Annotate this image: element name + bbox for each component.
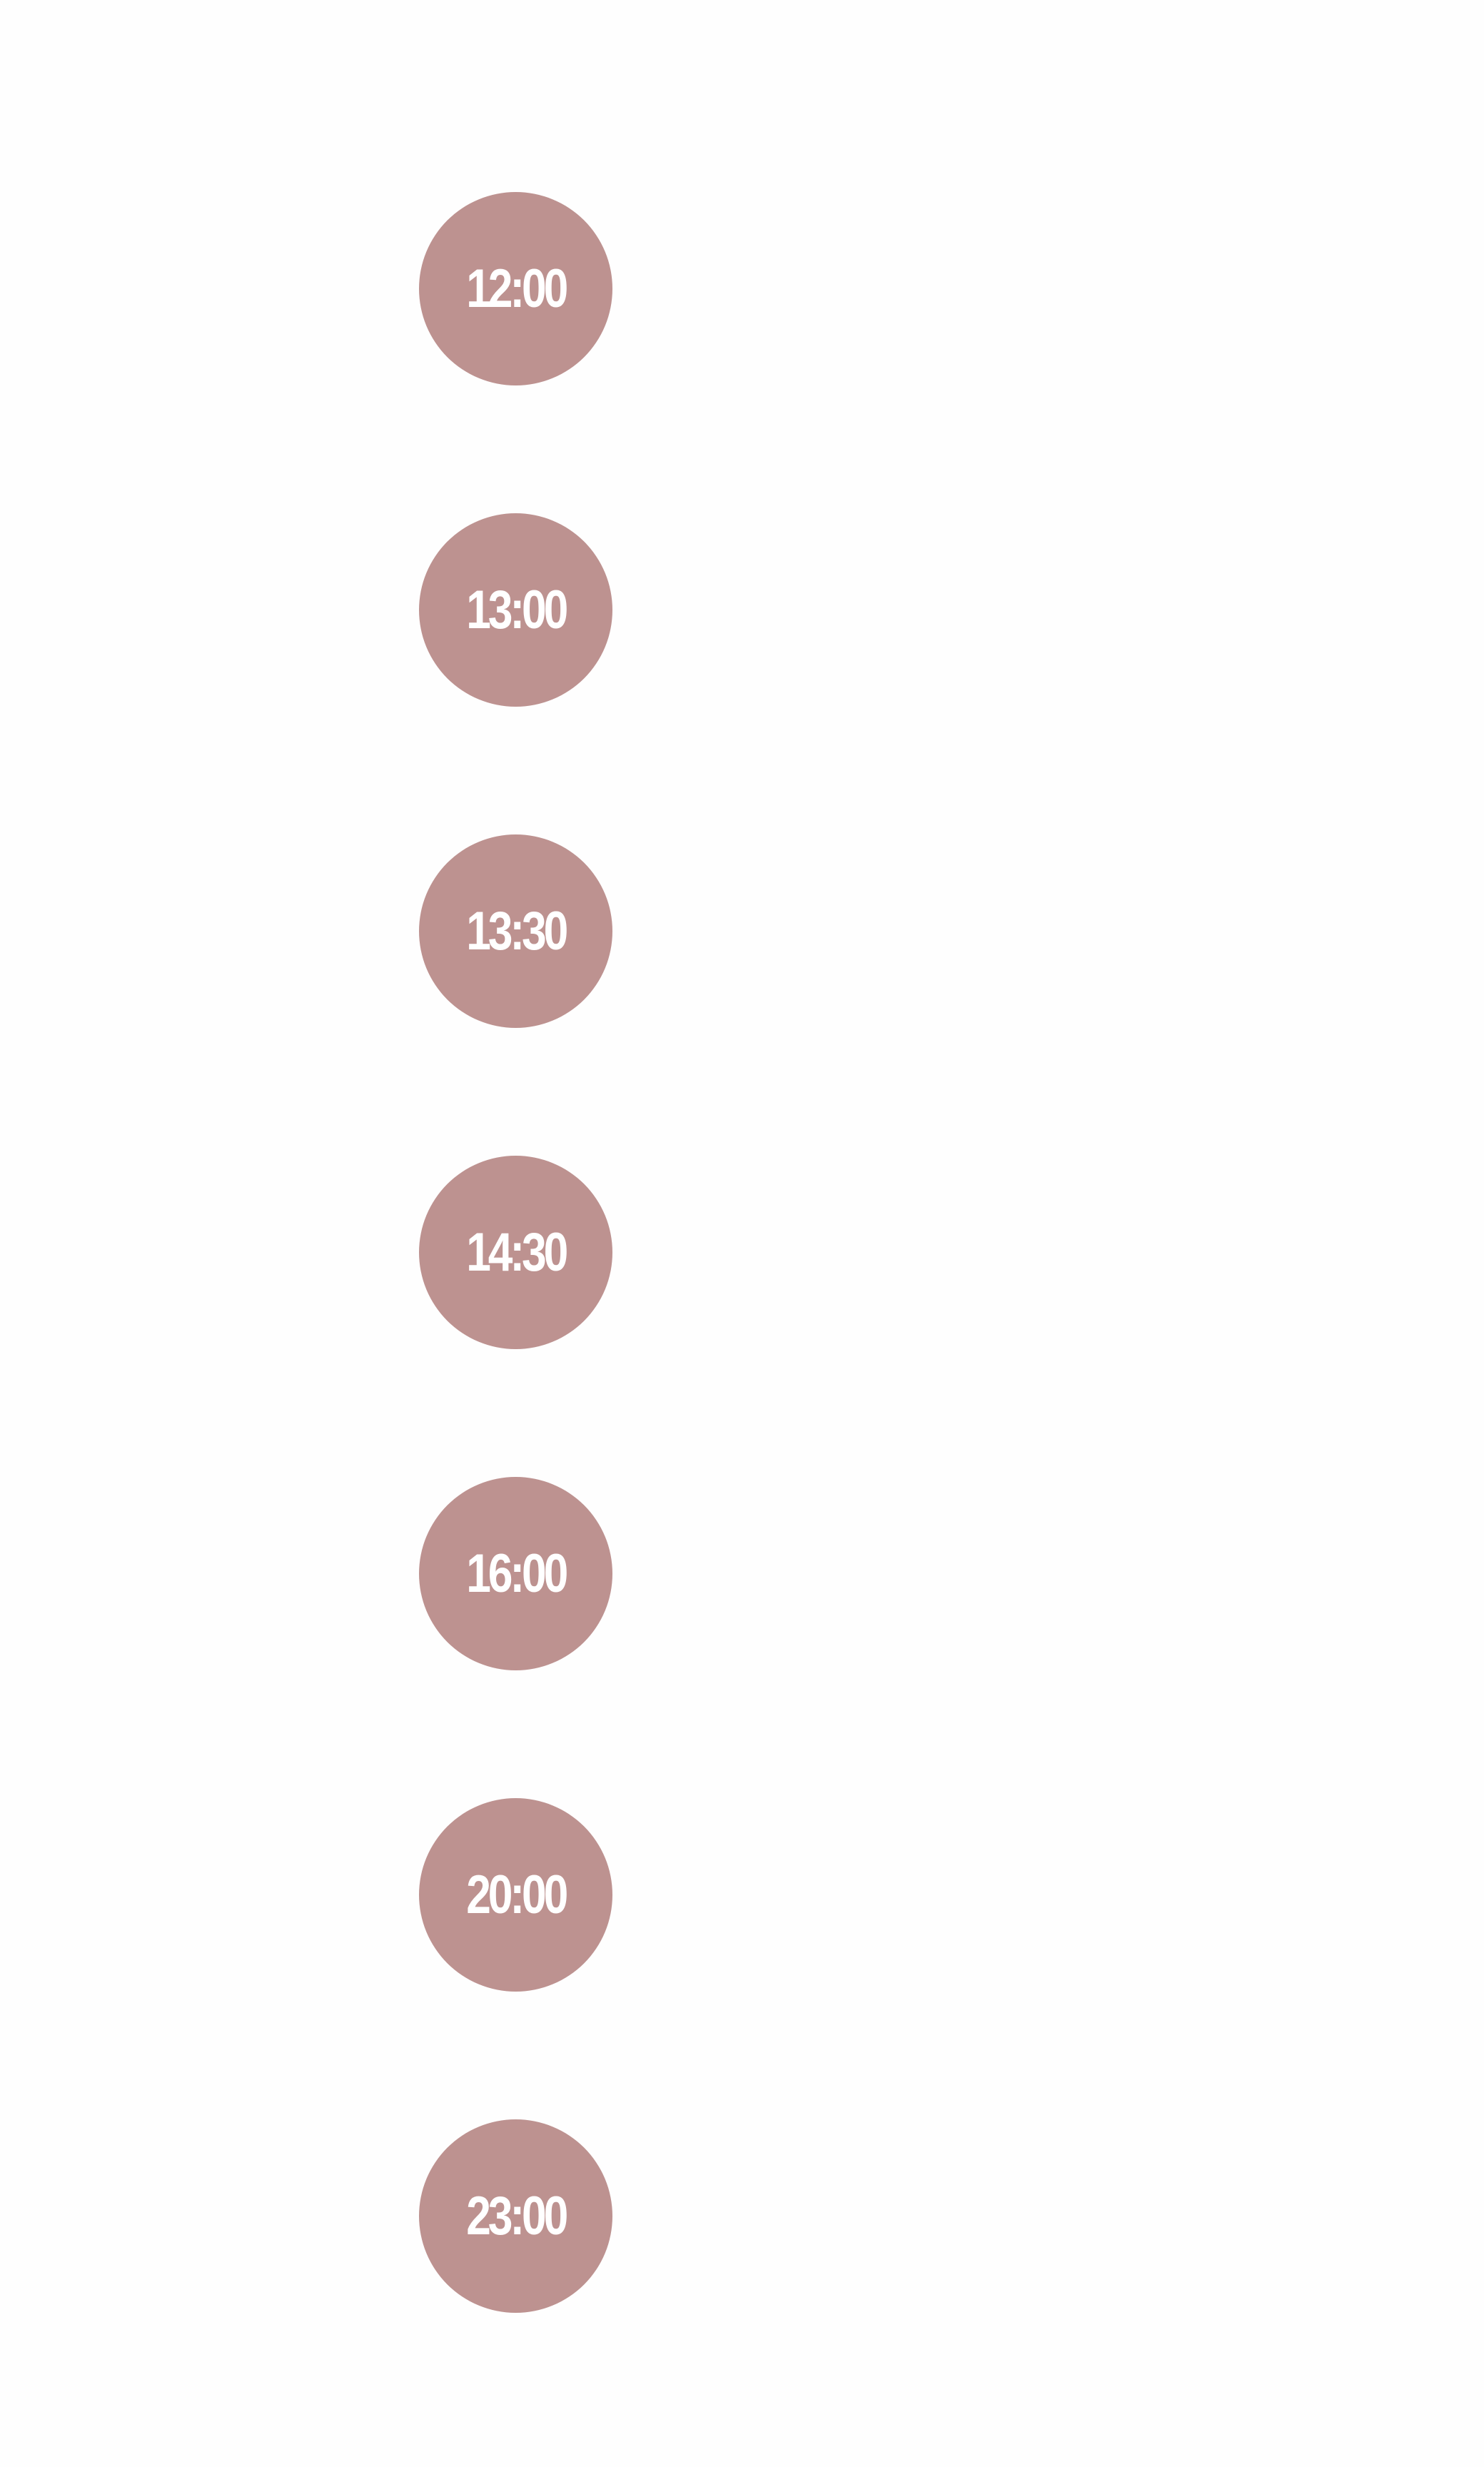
time-label: 13:30 (466, 900, 568, 962)
time-badge-1600: 16:00 (419, 1477, 612, 1670)
time-label: 14:30 (466, 1221, 568, 1283)
time-label: 23:00 (466, 2185, 568, 2246)
time-badge-1430: 14:30 (419, 1156, 612, 1349)
time-schedule-list: 12:00 13:00 13:30 14:30 16:00 20:00 23:0… (0, 0, 1484, 2467)
time-label: 16:00 (466, 1543, 568, 1604)
time-label: 13:00 (466, 579, 568, 640)
time-label: 12:00 (466, 258, 568, 319)
time-label: 20:00 (466, 1864, 568, 1925)
time-badge-2000: 20:00 (419, 1798, 612, 1992)
time-badge-1200: 12:00 (419, 192, 612, 385)
time-badge-1300: 13:00 (419, 513, 612, 707)
time-badge-2300: 23:00 (419, 2119, 612, 2313)
time-badge-1330: 13:30 (419, 834, 612, 1028)
